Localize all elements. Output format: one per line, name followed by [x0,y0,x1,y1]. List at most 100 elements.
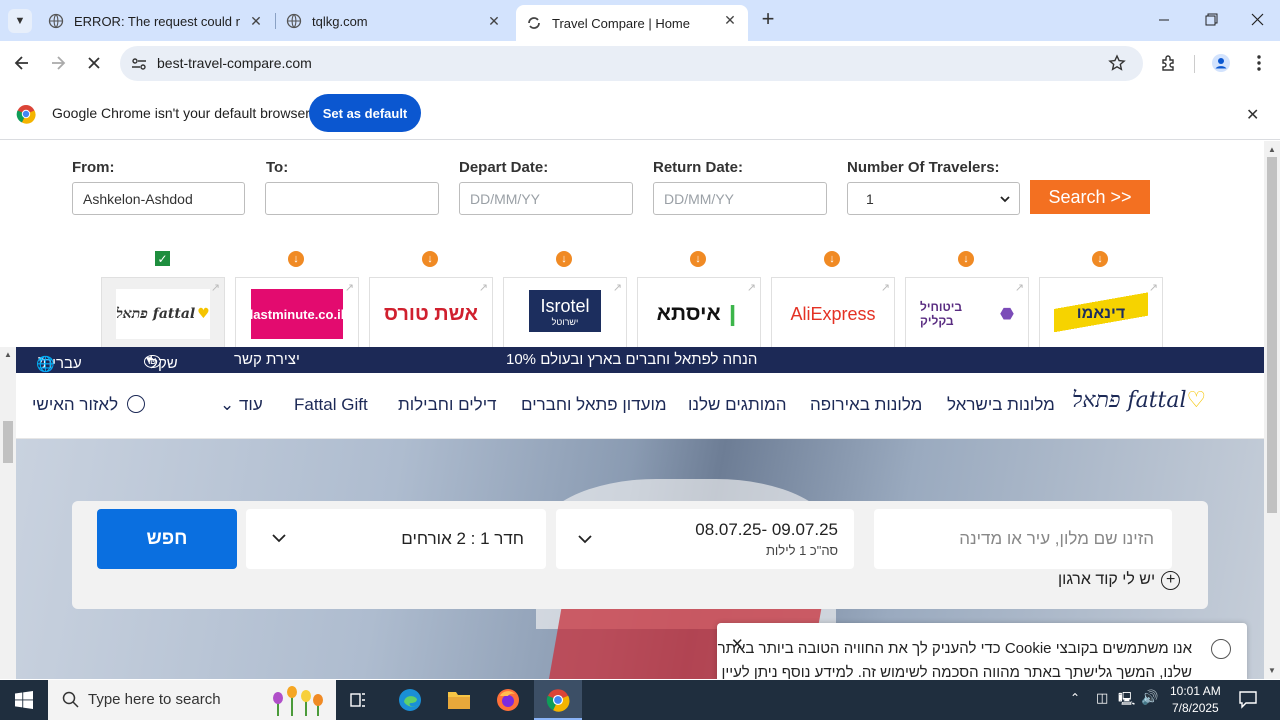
checkbox-checked-icon[interactable]: ✓ [155,251,170,266]
close-icon[interactable]: ✕ [731,635,744,653]
forward-button[interactable] [44,49,72,77]
site-logo[interactable]: פתאל fattal♡ [1072,387,1206,413]
from-input[interactable]: Ashkelon-Ashdod [72,182,245,215]
windows-taskbar: Type here to search ⌃ ◫ 🖳 🔊 10:01 AM 7/8… [0,680,1280,720]
tab-tqlkg[interactable]: tqlkg.com ✕ [276,6,512,36]
nav-europe-hotels[interactable]: מלונות באירופה [810,395,922,415]
extensions-button[interactable] [1155,49,1183,77]
file-explorer-taskbar-button[interactable] [447,689,471,716]
nav-club[interactable]: מועדון פתאל וחברים [521,395,667,415]
search-button[interactable]: Search >> [1030,180,1150,214]
back-button[interactable] [8,49,36,77]
guests-selector[interactable]: חדר 1 : 2 אורחים [246,509,546,569]
clock-date[interactable]: 7/8/2025 [1172,701,1219,715]
chrome-menu-button[interactable] [1245,49,1273,77]
nav-more[interactable]: ⌄ עוד [220,395,263,415]
provider-bituach-yashir[interactable]: ↗ ביטוחיל בקליק ⬣ [905,277,1029,349]
tab-search-button[interactable]: ▼ [8,9,32,33]
close-icon[interactable]: ✕ [1246,105,1259,125]
provider-eshet-tours[interactable]: ↗ אשת טורס [369,277,493,349]
close-icon[interactable]: ✕ [248,13,264,29]
tab-travel-compare[interactable]: Travel Compare | Home ✕ [516,5,748,41]
external-link-icon[interactable]: ↗ [613,281,622,294]
return-date-input[interactable]: DD/MM/YY [653,182,827,215]
tab-title: Travel Compare | Home [552,15,690,31]
taskbar-search[interactable]: Type here to search [48,680,336,720]
close-icon[interactable]: ✕ [722,12,738,28]
tulips-icon [268,684,330,716]
browser-toolbar: best-travel-compare.com [0,41,1280,86]
arrow-down-circle-icon[interactable]: ↓ [1092,251,1108,267]
external-link-icon[interactable]: ↗ [1015,281,1024,294]
dates-selector[interactable]: 08.07.25- 09.07.25 סה"כ 1 לילות [556,509,854,569]
new-tab-button[interactable]: + [756,8,780,32]
return-date-label: Return Date: [653,159,744,176]
plus-circle-icon: + [1161,571,1181,590]
arrow-down-circle-icon[interactable]: ↓ [422,251,438,267]
account-link[interactable]: לאזור האישי [32,395,145,415]
travelers-label: Number Of Travelers: [847,159,1000,176]
travelers-select[interactable]: 1 [847,182,1020,215]
external-link-icon[interactable]: ↗ [211,281,220,294]
external-link-icon[interactable]: ↗ [881,281,890,294]
edge-taskbar-button[interactable] [398,688,422,717]
external-link-icon[interactable]: ↗ [479,281,488,294]
provider-isrotel[interactable]: ↗ Isrotel ישרוטל [503,277,627,349]
promo-code-toggle[interactable]: +יש לי קוד ארגון [1058,571,1181,590]
volume-icon[interactable]: 🔊 [1141,689,1158,706]
notification-icon[interactable] [1238,689,1258,714]
site-settings-icon[interactable] [130,55,148,78]
clock-time[interactable]: 10:01 AM [1170,684,1221,698]
arrow-down-circle-icon[interactable]: ↓ [824,251,840,267]
arrow-down-circle-icon[interactable]: ↓ [288,251,304,267]
fattal-logo: פתאל fattal ♥ [116,289,210,339]
security-icon[interactable]: ◫ [1096,690,1108,706]
provider-lastminute[interactable]: ↗ lastminute.co.il [235,277,359,349]
contact-link[interactable]: יצירת קשר [234,351,300,368]
globe-icon: 🌐 [36,356,55,373]
firefox-taskbar-button[interactable] [496,688,520,717]
edge-icon [399,689,421,711]
nav-israel-hotels[interactable]: מלונות בישראל [947,395,1055,415]
to-input[interactable] [265,182,439,215]
destination-input[interactable]: הזינו שם מלון, עיר או מדינה [874,509,1172,569]
show-hidden-icons-icon[interactable]: ⌃ [1070,691,1080,705]
close-window-button[interactable] [1243,10,1271,30]
depart-date-input[interactable]: DD/MM/YY [459,182,633,215]
provider-issta[interactable]: ↗ איסתא ❙ [637,277,761,349]
arrow-down-circle-icon[interactable]: ↓ [958,251,974,267]
chrome-taskbar-button[interactable] [534,680,582,720]
set-as-default-button[interactable]: Set as default [309,94,421,132]
folder-icon [448,692,470,709]
site-topbar: ▼ עברית 🌐 ▼ שקל ₪ יצירת קשר 10% הנחה לפת… [16,347,1264,373]
start-button[interactable] [0,680,48,720]
nav-deals[interactable]: דילים וחבילות [398,395,497,415]
stop-loading-button[interactable] [80,49,108,77]
lastminute-logo: lastminute.co.il [250,289,344,339]
arrow-down-circle-icon[interactable]: ↓ [556,251,572,267]
external-link-icon[interactable]: ↗ [345,281,354,294]
close-icon[interactable]: ✕ [486,13,502,29]
nav-brands[interactable]: המותגים שלנו [688,395,787,415]
frame-scrollbar[interactable]: ▲ [0,347,16,679]
page-scrollbar[interactable]: ▲ ▼ [1264,141,1280,679]
profile-button[interactable] [1207,49,1235,77]
address-bar[interactable]: best-travel-compare.com [120,46,1143,81]
provider-aliexpress[interactable]: ↗ AliExpress [771,277,895,349]
tab-title: ERROR: The request could not be satisfie… [74,13,240,29]
hotel-search-submit[interactable]: חפש [97,509,237,569]
provider-fattal[interactable]: ↗ פתאל fattal ♥ [101,277,225,349]
external-link-icon[interactable]: ↗ [747,281,756,294]
external-link-icon[interactable]: ↗ [1149,281,1158,294]
minimize-button[interactable] [1150,10,1178,30]
tab-error[interactable]: ERROR: The request could not be satisfie… [38,6,274,36]
network-icon[interactable]: 🖳 [1118,690,1135,712]
taskbar-search-placeholder: Type here to search [88,691,221,708]
aliexpress-logo: AliExpress [790,303,876,324]
provider-dinamo[interactable]: ↗ דינאמו [1039,277,1163,349]
restore-button[interactable] [1197,10,1225,30]
task-view-button[interactable] [348,690,368,715]
arrow-down-circle-icon[interactable]: ↓ [690,251,706,267]
nav-fattal-gift[interactable]: Fattal Gift [294,395,368,415]
bookmark-star-icon[interactable] [1108,54,1126,77]
